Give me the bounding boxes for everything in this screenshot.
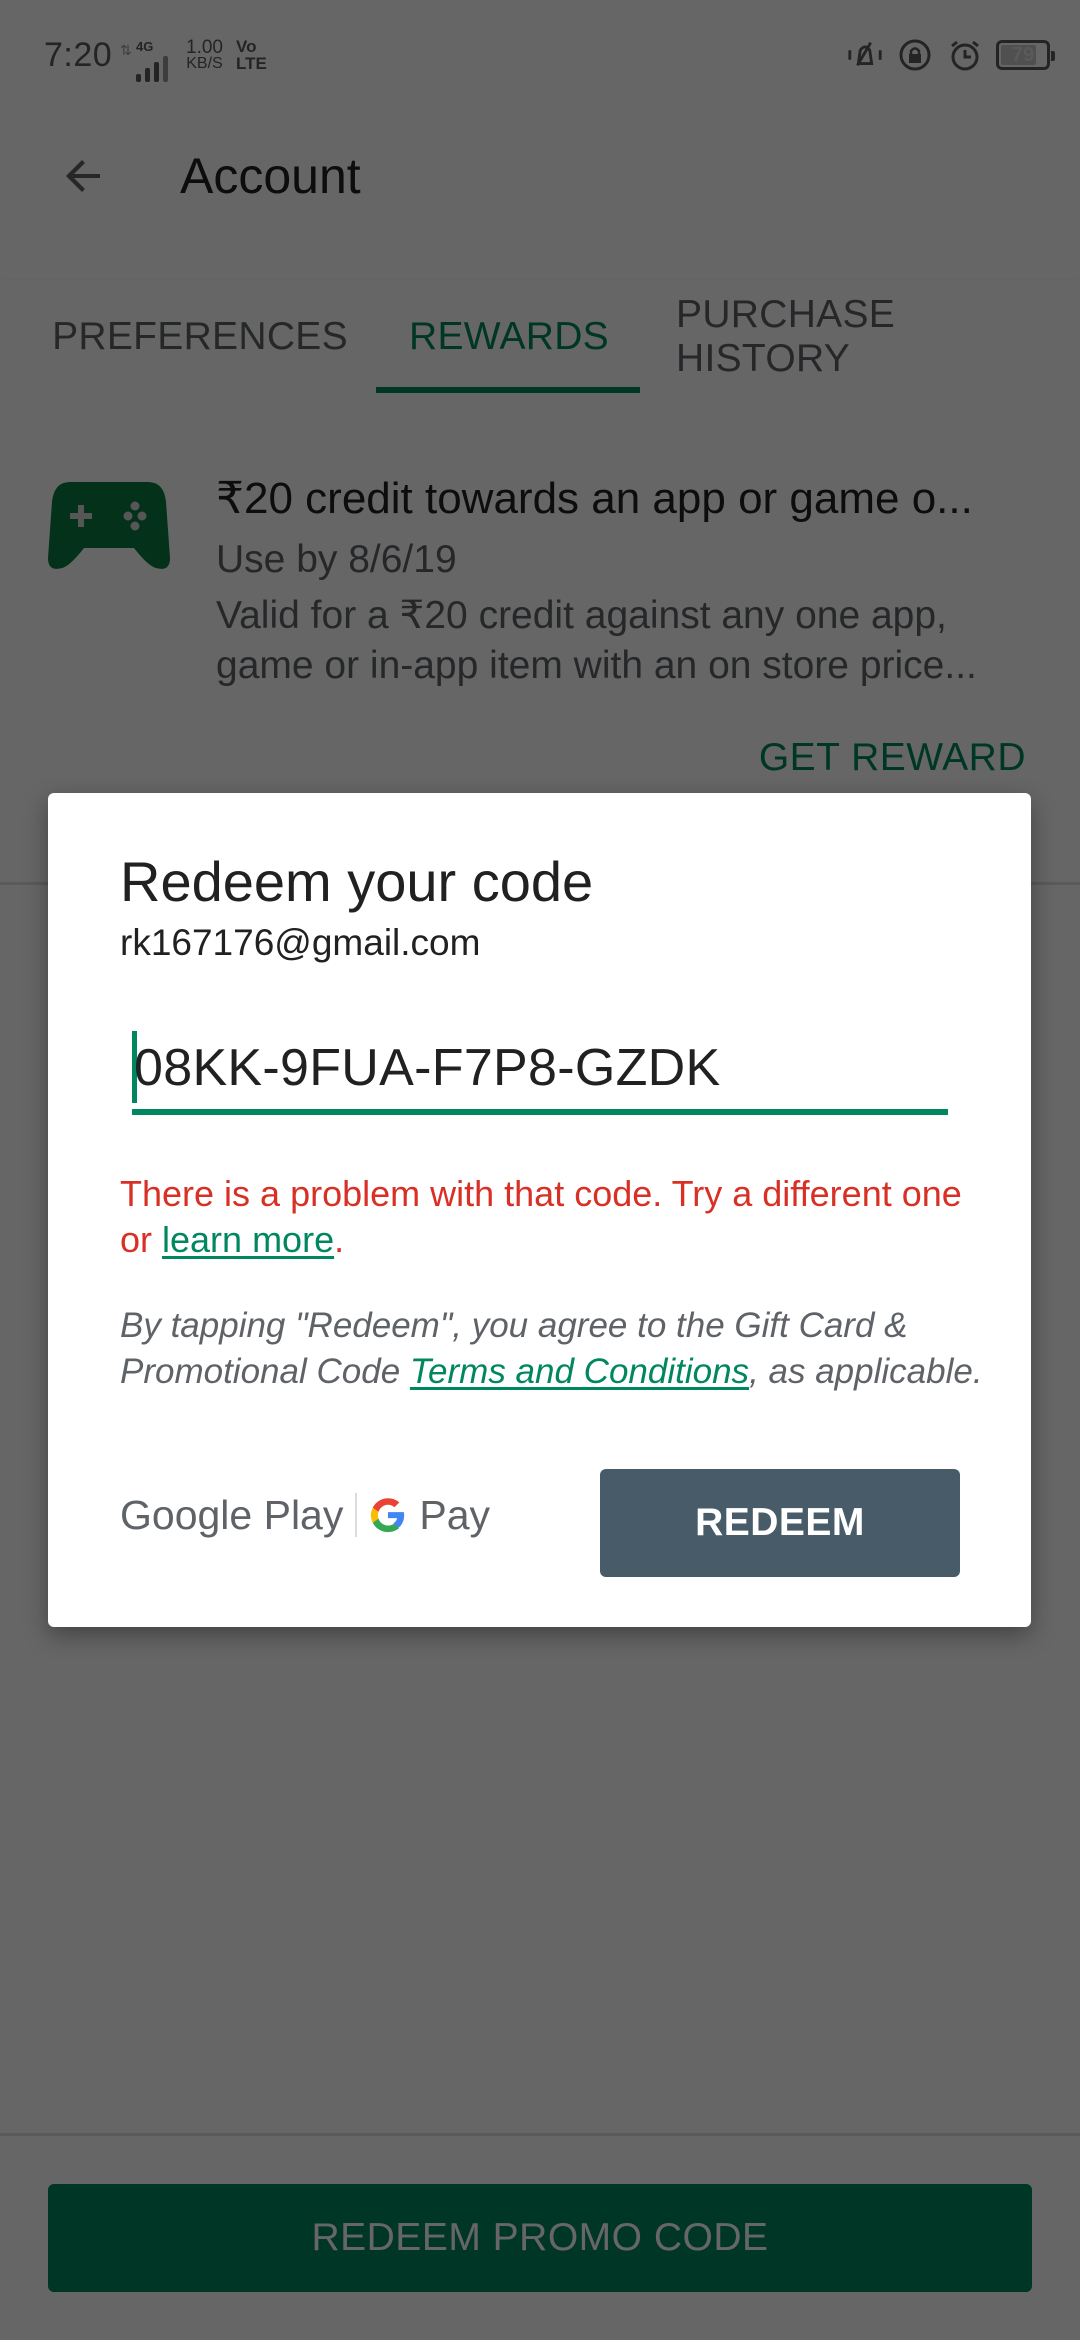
- google-g-icon: [371, 1498, 405, 1533]
- google-play-wordmark: Google Play: [120, 1491, 344, 1538]
- dialog-title: Redeem your code: [120, 850, 594, 913]
- logo-separator: [355, 1493, 358, 1537]
- learn-more-link[interactable]: learn more: [162, 1219, 334, 1260]
- code-input-value: 08KK-9FUA-F7P8-GZDK: [134, 1039, 721, 1097]
- error-suffix: .: [334, 1219, 345, 1260]
- redeem-dialog: Redeem your code rk167176@gmail.com 08KK…: [48, 793, 1031, 1627]
- account-email: rk167176@gmail.com: [120, 922, 481, 963]
- code-input[interactable]: 08KK-9FUA-F7P8-GZDK: [132, 1029, 948, 1115]
- error-message: There is a problem with that code. Try a…: [120, 1171, 980, 1263]
- battery-level: 79: [1011, 43, 1035, 66]
- google-play-gpay-logo: Google Play Pay: [120, 1489, 490, 1541]
- redeem-button[interactable]: REDEEM: [600, 1469, 960, 1577]
- terms-suffix: , as applicable.: [749, 1352, 983, 1391]
- terms-and-conditions-link[interactable]: Terms and Conditions: [410, 1352, 749, 1391]
- terms-notice: By tapping "Redeem", you agree to the Gi…: [120, 1303, 1000, 1395]
- pay-wordmark: Pay: [419, 1491, 491, 1538]
